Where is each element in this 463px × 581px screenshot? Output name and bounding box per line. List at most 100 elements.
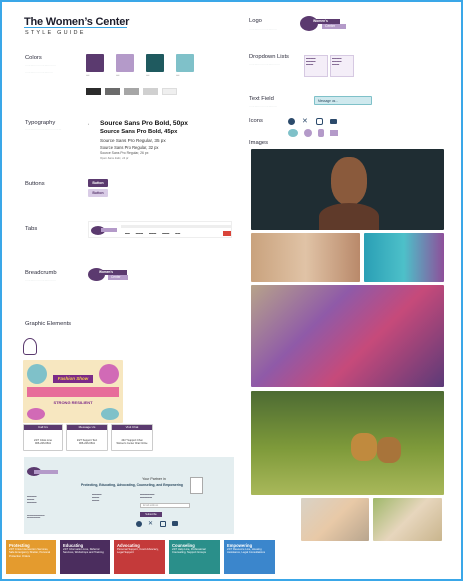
type-h1: Source Sans Pro Bold, 50px [100, 120, 188, 127]
tab-item[interactable]: ▬▬ [175, 232, 180, 235]
swatch-lavender [116, 54, 134, 72]
section-logo: Logo [249, 18, 262, 24]
swatch-teal [146, 54, 164, 72]
footer-note: ▬▬▬▬▬▬▬▬ ▬▬▬▬▬▬ [27, 515, 45, 519]
tabs-topbar [121, 225, 231, 228]
speech-icon[interactable] [304, 129, 312, 137]
section-typography: Typography [25, 120, 56, 126]
type-p2: Source Sans Pro Regular, 32 px [100, 145, 159, 150]
section-buttons: Buttons [25, 181, 45, 187]
dog-1 [351, 433, 377, 461]
logo-text-2: Center [108, 275, 128, 280]
dropdown-item[interactable]: ▬▬▬▬ ▬▬▬▬ ▬▬▬ [305, 56, 327, 67]
instagram-icon[interactable] [160, 521, 166, 527]
service-protecting[interactable]: Protecting 24/7 Crisis Intervention Serv… [6, 540, 56, 574]
gray-swatch-4 [143, 88, 158, 95]
dropdown-list-1[interactable]: ▬▬▬▬ ▬▬▬▬ ▬▬▬ [304, 55, 328, 77]
section-text-field: Text Field [249, 96, 274, 102]
woman-dog-photo-2 [373, 498, 442, 541]
footer-headline: Your Partner in [142, 477, 166, 481]
portrait-shoulders [319, 203, 379, 230]
style-guide-page: The Women’s Center STYLE GUIDE Colors ……… [0, 0, 463, 581]
breadcrumb-desc: …………………………… [25, 278, 56, 282]
youtube-icon[interactable] [172, 521, 178, 526]
breadcrumb-logo[interactable]: Women’s Center [88, 268, 142, 282]
cart-graphic [23, 338, 37, 355]
tab-item[interactable]: ▬▬▬ [149, 232, 156, 235]
phone-icon[interactable] [318, 129, 324, 137]
contact-card-line2: Women’s Center Chat Online [116, 442, 148, 445]
service-text: Personal Support, Court Advocacy, Legal … [117, 548, 159, 555]
gray-swatch-2 [105, 88, 120, 95]
flyer: Fashion Show STRONG RESILIENT [23, 360, 123, 423]
dropdown-list-2[interactable]: ▬▬▬▬ ▬▬▬▬ ▬▬▬ [330, 55, 354, 77]
service-text: 24/7 Information Line, Referral Services… [63, 548, 104, 555]
service-empowering[interactable]: Empowering 24/7 Resource Line, Housing A… [224, 540, 275, 574]
contact-card-label: Call Us [24, 425, 62, 430]
type-bullet: • [88, 122, 90, 126]
title-rule [24, 27, 127, 28]
service-advocating[interactable]: Advocating Personal Support, Court Advoc… [114, 540, 165, 574]
swatch-label: ▪▪▪▪ [176, 74, 180, 77]
section-icons: Icons [249, 118, 263, 124]
footer-email-input[interactable]: Email address [140, 503, 190, 508]
footer-body: Protecting, Educating, Advocating, Couns… [81, 483, 183, 487]
message-input[interactable]: Message us... [314, 96, 372, 105]
tab-item[interactable]: ▬▬▬ [136, 232, 143, 235]
woman-dog-photo-1 [301, 498, 369, 541]
logo-desc: ………………………… [249, 27, 277, 31]
footer-subscribe-button[interactable]: Subscribe [140, 512, 162, 517]
flyer-circle-3 [27, 408, 45, 420]
icon-row-1: ✕ [288, 118, 337, 125]
contact-card-line2: 906-226-6611 [35, 442, 51, 445]
colors-desc2: ………………………… [25, 70, 53, 74]
type-p3: Source Sans Pro Regular, 26 px [100, 151, 149, 155]
flyer-subheading: STRONG RESILIENT [53, 400, 93, 405]
x-icon[interactable]: ✕ [148, 521, 154, 527]
colors-desc: …………………………… [25, 63, 56, 67]
contact-card-chat[interactable]: Visit Chat 24/7 Support Chat Women’s Cen… [111, 424, 153, 451]
logo-text-2: Center [322, 24, 346, 29]
instagram-icon[interactable] [316, 118, 323, 125]
dogs-photo [251, 391, 444, 495]
email-icon[interactable] [330, 130, 338, 136]
facebook-icon[interactable] [136, 521, 142, 527]
portrait-face [331, 157, 367, 205]
service-counseling[interactable]: Counseling 24/7 Help Line, Professional … [169, 540, 220, 574]
footer-badge [190, 477, 203, 494]
facebook-icon[interactable] [288, 118, 295, 125]
x-icon[interactable]: ✕ [302, 118, 309, 125]
footer-socials: ✕ [136, 521, 178, 527]
primary-button[interactable]: Button [88, 179, 108, 187]
youtube-icon[interactable] [330, 119, 337, 124]
contact-card-call[interactable]: Call Us 24/7 Crisis Line 906-226-6611 [23, 424, 63, 451]
contact-card-line2: 906-226-6611 [79, 442, 95, 445]
shop-photo [364, 233, 444, 282]
swatch-purple [86, 54, 104, 72]
type-h2: Source Sans Pro Bold, 45px [100, 129, 178, 135]
footer-preview: Your Partner in Protecting, Educating, A… [24, 457, 234, 534]
tab-item[interactable]: ▬▬ [125, 232, 130, 235]
typography-desc: ………………………………… [25, 127, 62, 131]
type-p1: Source Sans Pro Regular, 35 px [100, 138, 166, 143]
portrait-photo [251, 149, 444, 230]
tabs-row: ▬▬ ▬▬▬ ▬▬▬ ▬▬▬ ▬▬ [125, 232, 180, 235]
service-text: 24/7 Resource Line, Housing Assistance, … [227, 548, 266, 555]
tabs-logo-ribbon [101, 228, 117, 232]
friends-photo [251, 233, 360, 282]
dog-2 [377, 437, 401, 463]
secondary-button[interactable]: Button [88, 189, 108, 197]
type-p4: Open Sans Italic, 14 pt [100, 156, 129, 160]
service-text: 24/7 Help Line, Professional Counseling,… [172, 548, 206, 555]
gray-swatch-3 [124, 88, 139, 95]
tab-item[interactable]: ▬▬▬ [162, 232, 169, 235]
section-graphic-elements: Graphic Elements [25, 321, 72, 327]
contact-card-message[interactable]: Message Us 24/7 Support Text 906-226-661… [66, 424, 108, 451]
dropdown-item[interactable]: ▬▬▬▬ ▬▬▬▬ ▬▬▬ [331, 56, 353, 67]
tabs-exit-button[interactable] [223, 231, 231, 236]
section-dropdown-lists: Dropdown Lists [249, 54, 289, 60]
group-hug-photo [251, 285, 444, 387]
chat-icon[interactable] [288, 129, 298, 137]
tabs-preview: ▬▬ ▬▬▬ ▬▬▬ ▬▬▬ ▬▬ [88, 221, 232, 238]
service-educating[interactable]: Educating 24/7 Information Line, Referra… [60, 540, 110, 574]
